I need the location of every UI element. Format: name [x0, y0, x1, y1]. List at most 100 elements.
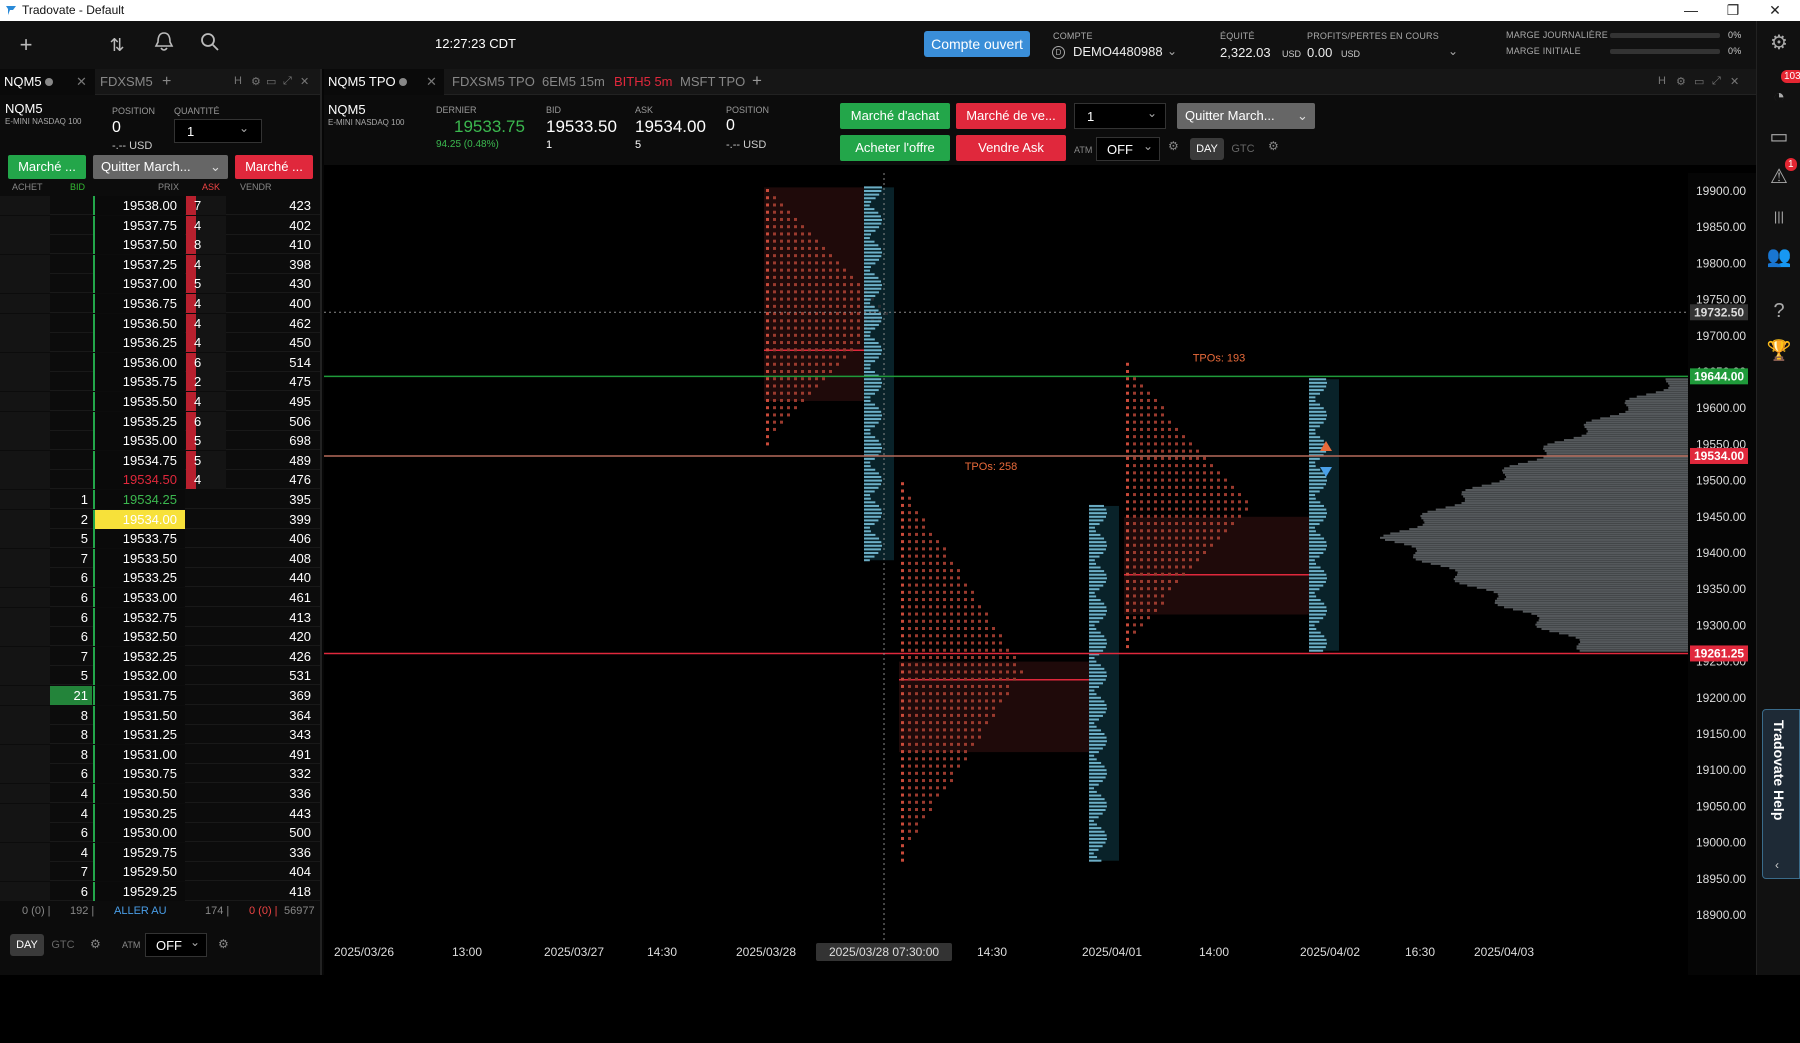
tab-fdxsm5[interactable]: FDXSM5 + [96, 69, 186, 95]
bid-cell[interactable]: 8 [50, 706, 92, 725]
price-cell[interactable]: 19537.50 [93, 235, 185, 255]
ask-cell[interactable] [186, 843, 226, 862]
ask-cell[interactable] [186, 549, 226, 568]
gear-icon[interactable]: ⚙ [90, 937, 101, 951]
price-cell[interactable]: 19529.50 [93, 862, 185, 882]
bid-cell[interactable]: 8 [50, 725, 92, 744]
ask-cell[interactable]: 6 [186, 352, 226, 372]
chevron-down-icon[interactable]: ⌄ [1448, 44, 1458, 58]
sell-cell[interactable]: 343 [227, 725, 315, 744]
dom-row[interactable]: 6 19529.25 418 [0, 882, 320, 901]
sell-cell[interactable]: 395 [227, 490, 315, 509]
sell-cell[interactable]: 406 [227, 529, 315, 548]
bid-cell[interactable]: 4 [50, 843, 92, 862]
open-account-button[interactable]: Compte ouvert [924, 31, 1030, 57]
sell-cell[interactable]: 514 [227, 353, 315, 372]
buy-cell[interactable] [0, 764, 50, 784]
bid-cell[interactable] [50, 235, 92, 254]
sell-cell[interactable]: 398 [227, 255, 315, 274]
sell-cell[interactable]: 531 [227, 666, 315, 685]
bid-cell[interactable] [50, 196, 92, 215]
bid-cell[interactable]: 1 [50, 490, 92, 509]
dom-row[interactable]: 7 19529.50 404 [0, 862, 320, 882]
users-icon[interactable]: 👥 [1765, 243, 1793, 271]
sell-cell[interactable]: 418 [227, 882, 315, 901]
atm-select-chart[interactable]: OFF ⌄ [1096, 137, 1160, 161]
price-cell[interactable]: 19534.25 [93, 490, 185, 509]
ask-cell[interactable]: 4 [186, 215, 226, 235]
buy-cell[interactable] [0, 588, 50, 607]
sliders-icon[interactable]: ⚙ [1765, 29, 1793, 57]
sell-cell[interactable]: 420 [227, 627, 315, 646]
tab-msft-tpo[interactable]: MSFT TPO [676, 69, 750, 95]
gear-icon[interactable]: ⚙ [1676, 75, 1686, 88]
sell-cell[interactable]: 426 [227, 647, 315, 666]
ask-cell[interactable] [186, 745, 226, 764]
sell-cell[interactable]: 332 [227, 764, 315, 783]
dom-row[interactable]: 19538.00 7 423 [0, 196, 320, 215]
price-cell[interactable]: 19538.00 [93, 196, 185, 215]
ask-cell[interactable] [186, 608, 226, 627]
bid-cell[interactable]: 6 [50, 608, 92, 627]
buy-cell[interactable] [0, 529, 50, 549]
dom-row[interactable]: 19537.75 4 402 [0, 215, 320, 235]
dom-row[interactable]: 6 19532.50 420 [0, 627, 320, 647]
notifications-icon[interactable]: ◔ [1765, 83, 1793, 111]
bid-cell[interactable]: 5 [50, 529, 92, 548]
buy-cell[interactable] [0, 823, 50, 843]
bid-cell[interactable] [50, 372, 92, 391]
window-icon[interactable]: ▭ [1694, 75, 1704, 88]
maximize-button[interactable]: ❐ [1718, 1, 1748, 20]
dom-row[interactable]: 5 19533.75 406 [0, 529, 320, 549]
bid-cell[interactable]: 6 [50, 764, 92, 783]
buy-cell[interactable] [0, 882, 50, 901]
price-cell[interactable]: 19530.00 [93, 823, 185, 843]
buy-cell[interactable] [0, 744, 50, 764]
ask-cell[interactable] [186, 823, 226, 842]
price-cell[interactable]: 19537.75 [93, 215, 185, 235]
ask-cell[interactable]: 4 [186, 470, 226, 490]
sell-cell[interactable]: 698 [227, 431, 315, 450]
sell-cell[interactable]: 461 [227, 588, 315, 607]
bid-cell[interactable]: 6 [50, 882, 92, 901]
window-icon[interactable]: ▭ [266, 75, 276, 88]
ask-cell[interactable]: 2 [186, 372, 226, 392]
dom-row[interactable]: 19535.25 6 506 [0, 411, 320, 431]
gear-icon[interactable]: ⚙ [218, 937, 229, 951]
sell-cell[interactable]: 506 [227, 412, 315, 431]
buy-cell[interactable] [0, 215, 50, 235]
account-select[interactable]: DEMO4480988 [1073, 44, 1163, 59]
help-icon[interactable]: ? [1765, 297, 1793, 325]
price-cell[interactable]: 19532.25 [93, 646, 185, 666]
popout-icon[interactable]: ⤢ [283, 75, 292, 88]
dom-row[interactable]: 19534.50 4 476 [0, 470, 320, 490]
h-icon[interactable]: H [234, 75, 242, 87]
price-cell[interactable]: 19532.50 [93, 627, 185, 647]
ask-cell[interactable] [186, 686, 226, 705]
tab-nqm5-tpo[interactable]: NQM5 TPO ✕ [324, 69, 444, 95]
exit-market-button[interactable]: Quitter March... ⌄ [93, 155, 228, 179]
buy-market-button[interactable]: Marché d'achat [840, 103, 950, 129]
dom-row[interactable]: 6 19532.75 413 [0, 607, 320, 627]
buy-cell[interactable] [0, 646, 50, 666]
bid-cell[interactable] [50, 470, 92, 489]
ask-cell[interactable] [186, 882, 226, 901]
dom-row[interactable]: 19537.50 8 410 [0, 235, 320, 255]
dom-row[interactable]: 19536.25 4 450 [0, 333, 320, 353]
sell-cell[interactable]: 402 [227, 216, 315, 235]
buy-cell[interactable] [0, 627, 50, 647]
dom-row[interactable]: 19537.25 4 398 [0, 254, 320, 274]
popout-icon[interactable]: ⤢ [1712, 75, 1721, 88]
sell-cell[interactable]: 440 [227, 568, 315, 587]
sell-cell[interactable]: 443 [227, 804, 315, 823]
price-cell[interactable]: 19536.75 [93, 294, 185, 313]
ask-cell[interactable] [186, 588, 226, 607]
buy-bid-button[interactable]: Acheter l'offre [840, 135, 950, 161]
add-icon[interactable]: + [12, 31, 40, 59]
day-toggle-chart[interactable]: DAY [1190, 138, 1224, 160]
sell-cell[interactable]: 462 [227, 314, 315, 333]
bid-cell[interactable] [50, 451, 92, 470]
price-cell[interactable]: 19534.00 [93, 509, 185, 529]
bell-icon[interactable] [150, 31, 178, 59]
bid-cell[interactable] [50, 274, 92, 293]
